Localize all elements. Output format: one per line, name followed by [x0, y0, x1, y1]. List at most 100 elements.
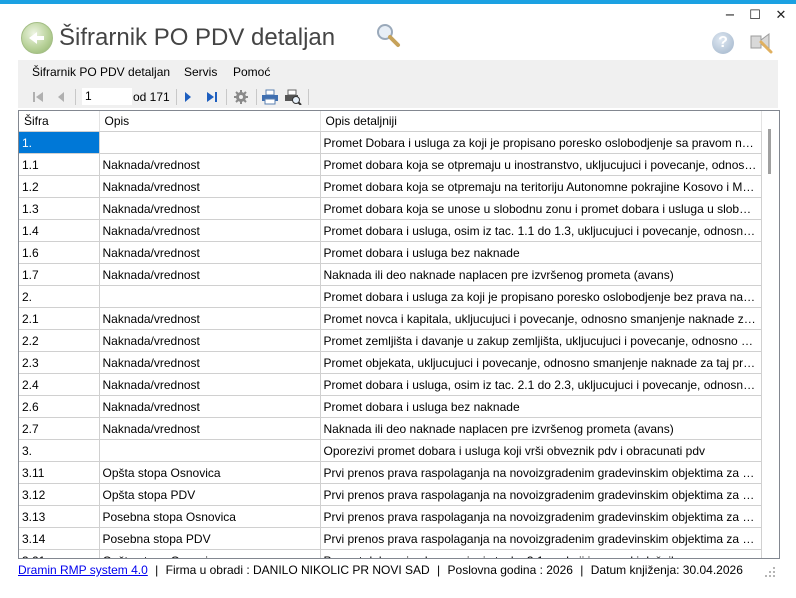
- cell-opis-detaljniji[interactable]: Promet dobara i usluga, osim iz tacke 3.…: [320, 549, 762, 558]
- menu-sifrarnik[interactable]: Šifrarnik PO PDV detaljan: [32, 65, 170, 79]
- cell-opis[interactable]: Posebna stopa PDV: [99, 527, 321, 550]
- cell-opis[interactable]: Naknada/vrednost: [99, 417, 321, 440]
- cell-opis-detaljniji[interactable]: Promet zemljišta i davanje u zakup zemlj…: [320, 329, 762, 352]
- close-button[interactable]: ✕: [771, 8, 791, 24]
- app-version-link[interactable]: Dramin RMP system 4.0: [18, 563, 148, 577]
- cell-opis-detaljniji[interactable]: Promet dobara i usluga bez naknade: [320, 395, 762, 418]
- cell-sifra[interactable]: 3.11: [19, 461, 100, 484]
- cell-opis[interactable]: Opšta stopa Osnovica: [99, 461, 321, 484]
- cell-opis-detaljniji[interactable]: Promet dobara i usluga bez naknade: [320, 241, 762, 264]
- cell-sifra[interactable]: 1.7: [19, 263, 100, 286]
- table-row[interactable]: 3.11 Opšta stopa Osnovica Prvi prenos prav…: [19, 461, 762, 484]
- cell-opis-detaljniji[interactable]: Promet dobara koja se unose u slobodnu z…: [320, 197, 762, 220]
- cell-sifra[interactable]: 1.3: [19, 197, 100, 220]
- maximize-button[interactable]: ☐: [745, 8, 765, 24]
- column-header-opis[interactable]: Opis: [99, 111, 321, 132]
- cell-sifra[interactable]: 3.13: [19, 505, 100, 528]
- table-row[interactable]: 1.2 Naknada/vrednost Promet dobara koja se…: [19, 175, 762, 198]
- cell-sifra[interactable]: 2.3: [19, 351, 100, 374]
- table-row[interactable]: 1.6 Naknada/vrednost Promet dobara i uslug…: [19, 241, 762, 264]
- resize-grip-icon[interactable]: [764, 566, 776, 578]
- scrollbar-thumb[interactable]: [768, 129, 771, 174]
- table-row[interactable]: 2.6 Naknada/vrednost Promet dobara i uslug…: [19, 395, 762, 418]
- search-icon[interactable]: [375, 22, 401, 48]
- first-record-icon[interactable]: [31, 89, 45, 105]
- cell-opis-detaljniji[interactable]: Promet dobara i usluga, osim iz tac. 1.1…: [320, 219, 762, 242]
- cell-opis[interactable]: Opšta stopa Osnovica: [99, 549, 321, 558]
- table-row[interactable]: 1.1 Naknada/vrednost Promet dobara koja se…: [19, 153, 762, 176]
- cell-opis[interactable]: Naknada/vrednost: [99, 329, 321, 352]
- data-grid[interactable]: Šifra Opis Opis detaljniji 1. Promet Doba…: [18, 110, 780, 559]
- cell-sifra[interactable]: 2.6: [19, 395, 100, 418]
- cell-opis-detaljniji[interactable]: Promet novca i kapitala, ukljucujuci i p…: [320, 307, 762, 330]
- cell-opis-detaljniji[interactable]: Naknada ili deo naknade naplacen pre izv…: [320, 417, 762, 440]
- table-row[interactable]: 2.7 Naknada/vrednost Naknada ili deo nakna…: [19, 417, 762, 440]
- cell-opis-detaljniji[interactable]: Prvi prenos prava raspolaganja na novoiz…: [320, 527, 762, 550]
- cell-opis-detaljniji[interactable]: Promet dobara i usluga za koji je propis…: [320, 285, 762, 308]
- table-row[interactable]: 2. Promet dobara i usluga za koji je prop…: [19, 285, 762, 308]
- cell-sifra[interactable]: 2.: [19, 285, 100, 308]
- previous-record-icon[interactable]: [55, 89, 67, 105]
- cell-opis-detaljniji[interactable]: Promet objekata, ukljucujuci i povecanje…: [320, 351, 762, 374]
- cell-opis[interactable]: Naknada/vrednost: [99, 175, 321, 198]
- cell-sifra[interactable]: 2.7: [19, 417, 100, 440]
- cell-opis[interactable]: Naknada/vrednost: [99, 373, 321, 396]
- table-row[interactable]: 2.3 Naknada/vrednost Promet objekata, uklj…: [19, 351, 762, 374]
- table-row[interactable]: 2.1 Naknada/vrednost Promet novca i kapita…: [19, 307, 762, 330]
- cell-opis[interactable]: Posebna stopa Osnovica: [99, 505, 321, 528]
- cell-opis-detaljniji[interactable]: Prvi prenos prava raspolaganja na novoiz…: [320, 461, 762, 484]
- cell-sifra[interactable]: 3.14: [19, 527, 100, 550]
- cell-opis[interactable]: Naknada/vrednost: [99, 351, 321, 374]
- table-row[interactable]: 3. Oporezivi promet dobara i usluga koji …: [19, 439, 762, 462]
- cell-opis[interactable]: Naknada/vrednost: [99, 307, 321, 330]
- cell-opis-detaljniji[interactable]: Promet Dobara i usluga za koji je propis…: [320, 131, 762, 154]
- table-row[interactable]: 2.4 Naknada/vrednost Promet dobara i uslug…: [19, 373, 762, 396]
- cell-sifra[interactable]: 1.2: [19, 175, 100, 198]
- column-header-opis-detaljniji[interactable]: Opis detaljniji: [320, 111, 762, 132]
- cell-opis[interactable]: Naknada/vrednost: [99, 153, 321, 176]
- table-row[interactable]: 2.2 Naknada/vrednost Promet zemljišta i da…: [19, 329, 762, 352]
- cell-sifra[interactable]: 2.2: [19, 329, 100, 352]
- menu-pomoc[interactable]: Pomoć: [233, 65, 270, 79]
- table-row[interactable]: 3.21Opšta stopa OsnovicaPromet dobara i …: [19, 549, 762, 558]
- menu-servis[interactable]: Servis: [184, 65, 217, 79]
- exit-icon[interactable]: [747, 30, 773, 56]
- cell-sifra[interactable]: 1.: [19, 131, 100, 154]
- cell-opis-detaljniji[interactable]: Naknada ili deo naknade naplacen pre izv…: [320, 263, 762, 286]
- cell-sifra[interactable]: 2.4: [19, 373, 100, 396]
- print-preview-icon[interactable]: [284, 89, 302, 105]
- cell-sifra[interactable]: 3.12: [19, 483, 100, 506]
- cell-sifra[interactable]: 3.: [19, 439, 100, 462]
- cell-opis-detaljniji[interactable]: Promet dobara koja se otpremaju u inostr…: [320, 153, 762, 176]
- cell-sifra[interactable]: 1.4: [19, 219, 100, 242]
- page-number-input[interactable]: 1: [82, 88, 132, 105]
- cell-opis[interactable]: Opšta stopa PDV: [99, 483, 321, 506]
- table-row[interactable]: 1.3 Naknada/vrednost Promet dobara koja se…: [19, 197, 762, 220]
- cell-opis[interactable]: [99, 131, 321, 154]
- table-row[interactable]: 1. Promet Dobara i usluga za koji je prop…: [19, 131, 762, 154]
- cell-sifra[interactable]: 2.1: [19, 307, 100, 330]
- cell-sifra[interactable]: 1.6: [19, 241, 100, 264]
- minimize-button[interactable]: −: [720, 8, 740, 24]
- next-record-icon[interactable]: [182, 89, 194, 105]
- cell-opis-detaljniji[interactable]: Prvi prenos prava raspolaganja na novoiz…: [320, 505, 762, 528]
- last-record-icon[interactable]: [205, 89, 219, 105]
- cell-sifra[interactable]: 1.1: [19, 153, 100, 176]
- cell-opis[interactable]: Naknada/vrednost: [99, 395, 321, 418]
- cell-opis-detaljniji[interactable]: Promet dobara i usluga, osim iz tac. 2.1…: [320, 373, 762, 396]
- column-header-sifra[interactable]: Šifra: [19, 111, 100, 132]
- back-arrow-icon[interactable]: [21, 22, 53, 54]
- cell-opis-detaljniji[interactable]: Promet dobara koja se otpremaju na terit…: [320, 175, 762, 198]
- cell-sifra[interactable]: 3.21: [19, 549, 100, 558]
- print-icon[interactable]: [261, 89, 279, 105]
- table-row[interactable]: 3.12 Opšta stopa PDV Prvi prenos prava ras…: [19, 483, 762, 506]
- cell-opis[interactable]: [99, 285, 321, 308]
- table-row[interactable]: 3.14 Posebna stopa PDV Prvi prenos prava r…: [19, 527, 762, 550]
- help-icon[interactable]: ?: [712, 32, 734, 54]
- table-row[interactable]: 1.7 Naknada/vrednost Naknada ili deo nakna…: [19, 263, 762, 286]
- cell-opis[interactable]: Naknada/vrednost: [99, 263, 321, 286]
- cell-opis[interactable]: Naknada/vrednost: [99, 197, 321, 220]
- cell-opis-detaljniji[interactable]: Oporezivi promet dobara i usluga koji vr…: [320, 439, 762, 462]
- cell-opis-detaljniji[interactable]: Prvi prenos prava raspolaganja na novoiz…: [320, 483, 762, 506]
- settings-gear-icon[interactable]: [233, 89, 249, 105]
